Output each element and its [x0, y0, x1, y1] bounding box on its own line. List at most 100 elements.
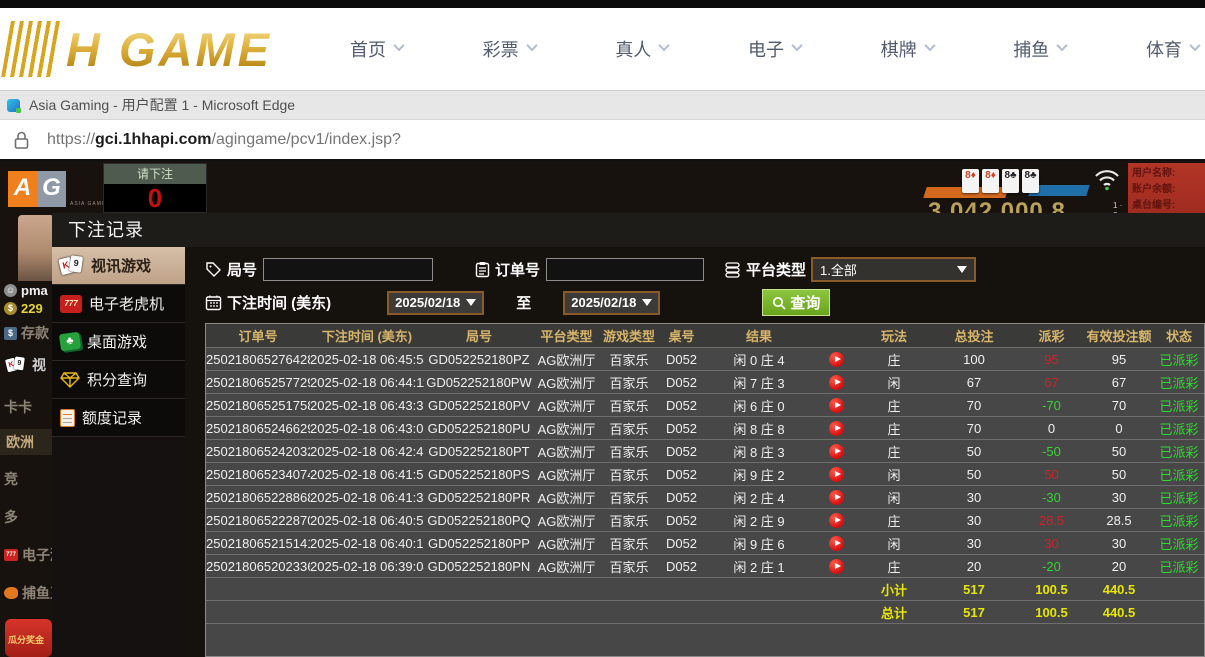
cell-platform: AG欧洲厅 [534, 396, 599, 415]
platform-type-label: 平台类型 [724, 259, 806, 280]
dealt-cards: 8♦8♦8♣8♣ [962, 169, 1039, 193]
nav-item[interactable]: 捕鱼 [1013, 36, 1066, 62]
play-replay-button[interactable] [829, 421, 844, 436]
cell-platform: AG欧洲厅 [534, 442, 599, 461]
lobby-menu-jing[interactable]: 竞 [4, 469, 18, 489]
cell-round-number: GD052252180PP [424, 536, 534, 551]
cell-round-number: GD052252180PZ [424, 352, 534, 367]
nav-item[interactable]: 棋牌 [881, 36, 934, 62]
cell-status: 已派彩 [1154, 488, 1204, 507]
lobby-menu-kaka[interactable]: 卡卡 [4, 397, 32, 417]
cell-total-bet: 20 [929, 559, 1019, 574]
cell-table-number: D052 [659, 490, 704, 505]
cell-game-type: 百家乐 [599, 373, 659, 392]
cell-bet-time: 2025-02-18 06:40:59 [310, 513, 424, 528]
deposit-icon: $ [4, 327, 17, 340]
cell-payout: 0 [1019, 421, 1084, 436]
cell-round-number: GD052252180PV [424, 398, 534, 413]
cell-total-bet: 30 [929, 536, 1019, 551]
info-username: 用户名称: [1132, 166, 1201, 182]
clipboard-icon [475, 261, 490, 278]
table-row: 2502180652228702025-02-18 06:40:59GD0522… [206, 509, 1204, 532]
nav-item[interactable]: 真人 [615, 36, 668, 62]
cell-valid-bet: 70 [1084, 398, 1154, 413]
play-replay-button[interactable] [829, 513, 844, 528]
cell-table-number: D052 [659, 467, 704, 482]
cell-platform: AG欧洲厅 [534, 465, 599, 484]
platform-type-value: 1.全部 [820, 260, 857, 279]
cell-replay [814, 467, 859, 482]
cell-order-id: 250218065257729 [206, 375, 310, 390]
chevron-down-icon [924, 40, 935, 51]
date-to-picker[interactable]: 2025/02/18 [563, 291, 660, 315]
sidebar-item-slots[interactable]: 777 电子老虎机 [52, 285, 185, 323]
play-replay-button[interactable] [829, 467, 844, 482]
total-row: 总计517100.5440.5 [206, 601, 1204, 624]
play-replay-button[interactable] [829, 536, 844, 551]
cell-replay [814, 375, 859, 390]
cell-round-number: GD052252180PN [424, 559, 534, 574]
lock-icon[interactable] [14, 131, 29, 149]
cell-game-type: 百家乐 [599, 465, 659, 484]
nav-item[interactable]: 首页 [350, 36, 403, 62]
playing-card: 8♦ [962, 169, 979, 193]
user-name: pma [21, 283, 48, 298]
cell-bet-time: 2025-02-18 06:44:11 [310, 375, 424, 390]
sidebar-item-credit-records[interactable]: 额度记录 [52, 399, 185, 437]
cell-round-number: GD052252180PT [424, 444, 534, 459]
nav-item[interactable]: 体育 [1146, 36, 1199, 62]
cell-payout: -50 [1019, 444, 1084, 459]
table-header-cell: 派彩 [1019, 326, 1084, 345]
promo-banner[interactable]: 瓜分奖金 [5, 619, 52, 657]
cards-icon: K9 [60, 256, 84, 276]
lobby-menu-video[interactable]: K9 视 [4, 355, 46, 375]
total-payout: 100.5 [1019, 605, 1084, 620]
play-replay-button[interactable] [829, 375, 844, 390]
sidebar-item-table-games[interactable]: ♣ 桌面游戏 [52, 323, 185, 361]
table-header-cell: 结果 [704, 326, 814, 345]
deposit-button[interactable]: $ 存款 [4, 323, 49, 343]
play-replay-button[interactable] [829, 398, 844, 413]
query-button[interactable]: 查询 [762, 289, 830, 316]
url-text[interactable]: https://gci.1hhapi.com/agingame/pcv1/ind… [47, 131, 401, 149]
bet-timer-label: 请下注 [104, 164, 206, 184]
cell-round-number: GD052252180PW [424, 375, 534, 390]
cell-order-id: 250218065242032 [206, 444, 310, 459]
platform-type-select[interactable]: 1.全部 [811, 257, 976, 282]
cell-bet-time: 2025-02-18 06:39:04 [310, 559, 424, 574]
play-replay-button[interactable] [829, 444, 844, 459]
cell-round-number: GD052252180PU [424, 421, 534, 436]
cell-total-bet: 30 [929, 490, 1019, 505]
window-title: Asia Gaming - 用户配置 1 - Microsoft Edge [29, 95, 295, 115]
table-header-cell: 玩法 [859, 326, 929, 345]
cell-table-number: D052 [659, 352, 704, 367]
date-from-picker[interactable]: 2025/02/18 [387, 291, 484, 315]
address-bar[interactable]: https://gci.1hhapi.com/agingame/pcv1/ind… [0, 121, 1205, 161]
order-number-input[interactable] [546, 258, 704, 281]
site-logo[interactable]: H GAME [6, 10, 272, 88]
subtotal-payout: 100.5 [1019, 582, 1084, 597]
cell-play-type: 庄 [859, 350, 929, 369]
cell-result: 闲 9 庄 2 [704, 465, 814, 484]
play-replay-button[interactable] [829, 352, 844, 367]
subtotal-total-bet: 517 [929, 582, 1019, 597]
table-header-cell: 游戏类型 [599, 326, 659, 345]
play-replay-button[interactable] [829, 559, 844, 574]
sidebar-item-points[interactable]: 积分查询 [52, 361, 185, 399]
lobby-menu-europe[interactable]: 欧洲 [0, 429, 52, 455]
logo-text: H GAME [66, 22, 272, 77]
lobby-menu-multi[interactable]: 多 [4, 507, 18, 527]
nav-item[interactable]: 电子 [748, 36, 801, 62]
sidebar-filler [52, 437, 185, 657]
cell-result: 闲 8 庄 3 [704, 442, 814, 461]
ag-logo[interactable]: A G [8, 171, 66, 207]
play-replay-button[interactable] [829, 490, 844, 505]
cell-status: 已派彩 [1154, 442, 1204, 461]
sidebar-item-video-games[interactable]: K9 视讯游戏 [52, 247, 185, 285]
cell-play-type: 庄 [859, 511, 929, 530]
cell-platform: AG欧洲厅 [534, 350, 599, 369]
round-number-input[interactable] [263, 258, 433, 281]
nav-item[interactable]: 彩票 [483, 36, 536, 62]
nav-item-label: 首页 [350, 36, 386, 62]
info-balance: 账户余额: [1132, 182, 1201, 198]
